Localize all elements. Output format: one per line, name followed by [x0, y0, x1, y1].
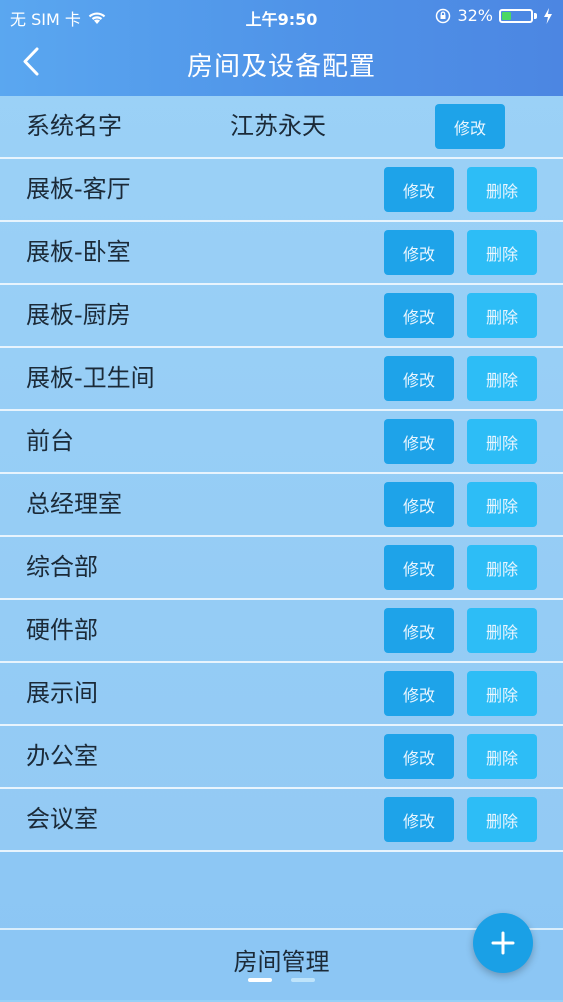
- room-name: 总经理室: [26, 490, 122, 518]
- room-name: 综合部: [26, 553, 98, 581]
- edit-room-button[interactable]: 修改: [384, 608, 454, 653]
- room-name: 展板-卫生间: [26, 364, 155, 392]
- lightning-icon: [544, 7, 552, 24]
- edit-room-button[interactable]: 修改: [384, 356, 454, 401]
- delete-room-button[interactable]: 删除: [467, 293, 537, 338]
- page-title: 房间及设备配置: [186, 52, 376, 82]
- plus-icon: [491, 931, 515, 955]
- room-row: 会议室 修改 删除: [0, 789, 563, 852]
- edit-room-button[interactable]: 修改: [384, 734, 454, 779]
- room-name: 展板-厨房: [26, 301, 131, 329]
- edit-room-button[interactable]: 修改: [384, 293, 454, 338]
- battery-body: [499, 8, 533, 23]
- orientation-lock-icon: [436, 8, 451, 23]
- delete-room-button[interactable]: 删除: [467, 797, 537, 842]
- delete-room-button[interactable]: 删除: [467, 482, 537, 527]
- room-row: 总经理室 修改 删除: [0, 474, 563, 537]
- battery-icon: [499, 8, 537, 23]
- room-row: 硬件部 修改 删除: [0, 600, 563, 663]
- delete-room-button[interactable]: 删除: [467, 167, 537, 212]
- page-indicator-inactive[interactable]: [291, 978, 315, 982]
- delete-room-button[interactable]: 删除: [467, 545, 537, 590]
- battery-percent: 32%: [457, 6, 493, 25]
- delete-room-button[interactable]: 删除: [467, 608, 537, 653]
- room-row: 展板-卧室 修改 删除: [0, 222, 563, 285]
- edit-room-button[interactable]: 修改: [384, 545, 454, 590]
- delete-room-button[interactable]: 删除: [467, 734, 537, 779]
- edit-room-button[interactable]: 修改: [384, 167, 454, 212]
- header: 无 SIM 卡 上午9:50 32% 房间及设备配置: [0, 0, 563, 96]
- room-row: 前台 修改 删除: [0, 411, 563, 474]
- edit-room-button[interactable]: 修改: [384, 797, 454, 842]
- battery-tip: [534, 12, 537, 19]
- edit-room-button[interactable]: 修改: [384, 419, 454, 464]
- room-row: 展板-厨房 修改 删除: [0, 285, 563, 348]
- room-name: 办公室: [26, 742, 98, 770]
- room-name: 展板-卧室: [26, 238, 131, 266]
- edit-system-name-button[interactable]: 修改: [435, 104, 505, 149]
- status-bar: 无 SIM 卡 上午9:50 32%: [0, 0, 563, 32]
- room-name: 会议室: [26, 805, 98, 833]
- delete-room-button[interactable]: 删除: [467, 671, 537, 716]
- delete-room-button[interactable]: 删除: [467, 356, 537, 401]
- page-indicator-active: [248, 978, 272, 982]
- room-row: 展示间 修改 删除: [0, 663, 563, 726]
- system-name-label: 系统名字: [26, 112, 122, 140]
- room-rows: 展板-客厅 修改 删除 展板-卧室 修改 删除 展板-厨房 修改 删除 展板-卫生间 修改 删除 前台修…: [0, 159, 563, 852]
- system-name-value: 江苏永天: [230, 112, 326, 140]
- room-row: 综合部 修改 删除: [0, 537, 563, 600]
- add-room-button[interactable]: [473, 913, 533, 973]
- room-row: 办公室 修改 删除: [0, 726, 563, 789]
- delete-room-button[interactable]: 删除: [467, 230, 537, 275]
- room-list: 系统名字 江苏永天 修改 展板-客厅 修改 删除 展板-卧室 修改 删除 展板-厨房 修改 删除…: [0, 96, 563, 852]
- room-name: 硬件部: [26, 616, 98, 644]
- room-row: 展板-卫生间 修改 删除: [0, 348, 563, 411]
- status-right: 32%: [435, 6, 553, 25]
- edit-room-button[interactable]: 修改: [384, 482, 454, 527]
- room-name: 展板-客厅: [26, 175, 131, 203]
- room-row: 展板-客厅 修改 删除: [0, 159, 563, 222]
- edit-room-button[interactable]: 修改: [384, 230, 454, 275]
- system-name-row: 系统名字 江苏永天 修改: [0, 96, 563, 159]
- edit-room-button[interactable]: 修改: [384, 671, 454, 716]
- room-name: 展示间: [26, 679, 98, 707]
- battery-fill: [502, 11, 511, 20]
- navbar: 房间及设备配置: [0, 32, 563, 96]
- room-name: 前台: [26, 427, 74, 455]
- delete-room-button[interactable]: 删除: [467, 419, 537, 464]
